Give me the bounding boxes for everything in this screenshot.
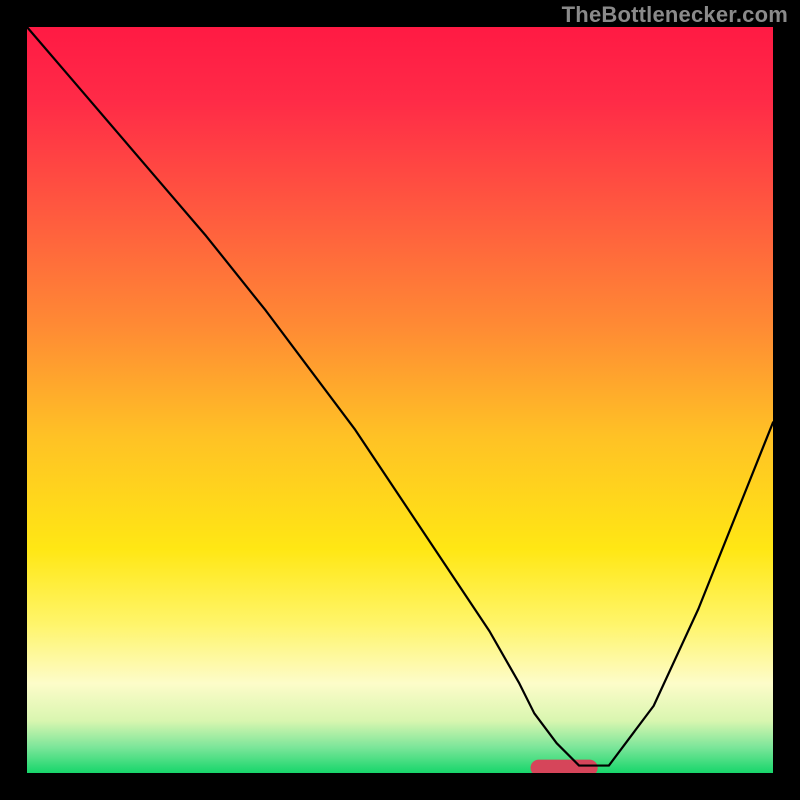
chart-background (27, 27, 773, 773)
watermark-text: TheBottlenecker.com (562, 2, 788, 28)
bottleneck-chart (27, 27, 773, 773)
